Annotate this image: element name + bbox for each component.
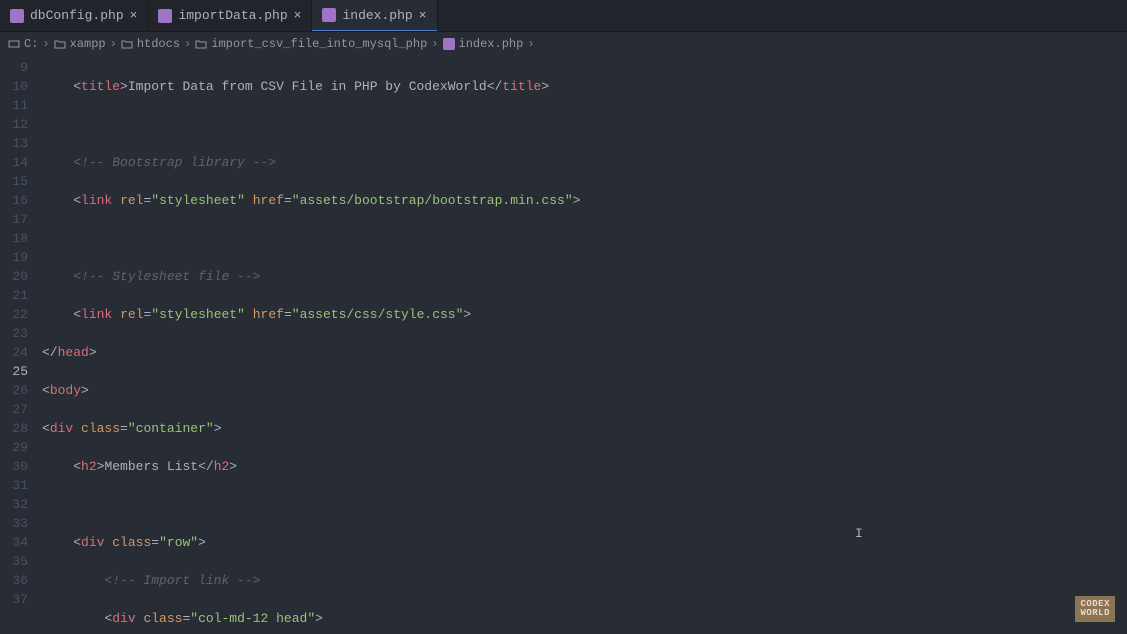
editor-area[interactable]: 9 10 11 12 13 14 15 16 17 18 19 20 21 22… [0, 56, 1127, 634]
breadcrumb-folder[interactable]: xampp [54, 37, 106, 51]
close-icon[interactable]: × [419, 8, 427, 23]
tab-label: importData.php [178, 8, 287, 23]
folder-icon [54, 38, 66, 50]
text-cursor-icon: I [855, 526, 863, 541]
php-file-icon [443, 38, 455, 50]
breadcrumb-drive[interactable]: C: [8, 37, 38, 51]
chevron-right-icon: › [42, 37, 49, 51]
breadcrumb-folder[interactable]: htdocs [121, 37, 180, 51]
close-icon[interactable]: × [294, 8, 302, 23]
breadcrumb: C: › xampp › htdocs › import_csv_file_in… [0, 32, 1127, 56]
chevron-right-icon: › [184, 37, 191, 51]
code-content[interactable]: <title>Import Data from CSV File in PHP … [42, 56, 1127, 634]
chevron-right-icon: › [110, 37, 117, 51]
tab-label: index.php [342, 8, 412, 23]
tab-label: dbConfig.php [30, 8, 124, 23]
line-gutter: 9 10 11 12 13 14 15 16 17 18 19 20 21 22… [0, 56, 42, 634]
drive-icon [8, 38, 20, 50]
tab-index[interactable]: index.php × [312, 0, 437, 31]
tab-dbconfig[interactable]: dbConfig.php × [0, 0, 148, 31]
php-file-icon [158, 9, 172, 23]
breadcrumb-folder[interactable]: import_csv_file_into_mysql_php [195, 37, 427, 51]
chevron-right-icon: › [431, 37, 438, 51]
close-icon[interactable]: × [130, 8, 138, 23]
folder-icon [195, 38, 207, 50]
folder-icon [121, 38, 133, 50]
editor-tabs: dbConfig.php × importData.php × index.ph… [0, 0, 1127, 32]
php-file-icon [322, 8, 336, 22]
php-file-icon [10, 9, 24, 23]
breadcrumb-file[interactable]: index.php [443, 37, 524, 51]
tab-importdata[interactable]: importData.php × [148, 0, 312, 31]
watermark-logo: CODEX WORLD [1075, 596, 1115, 622]
chevron-right-icon: › [527, 37, 534, 51]
